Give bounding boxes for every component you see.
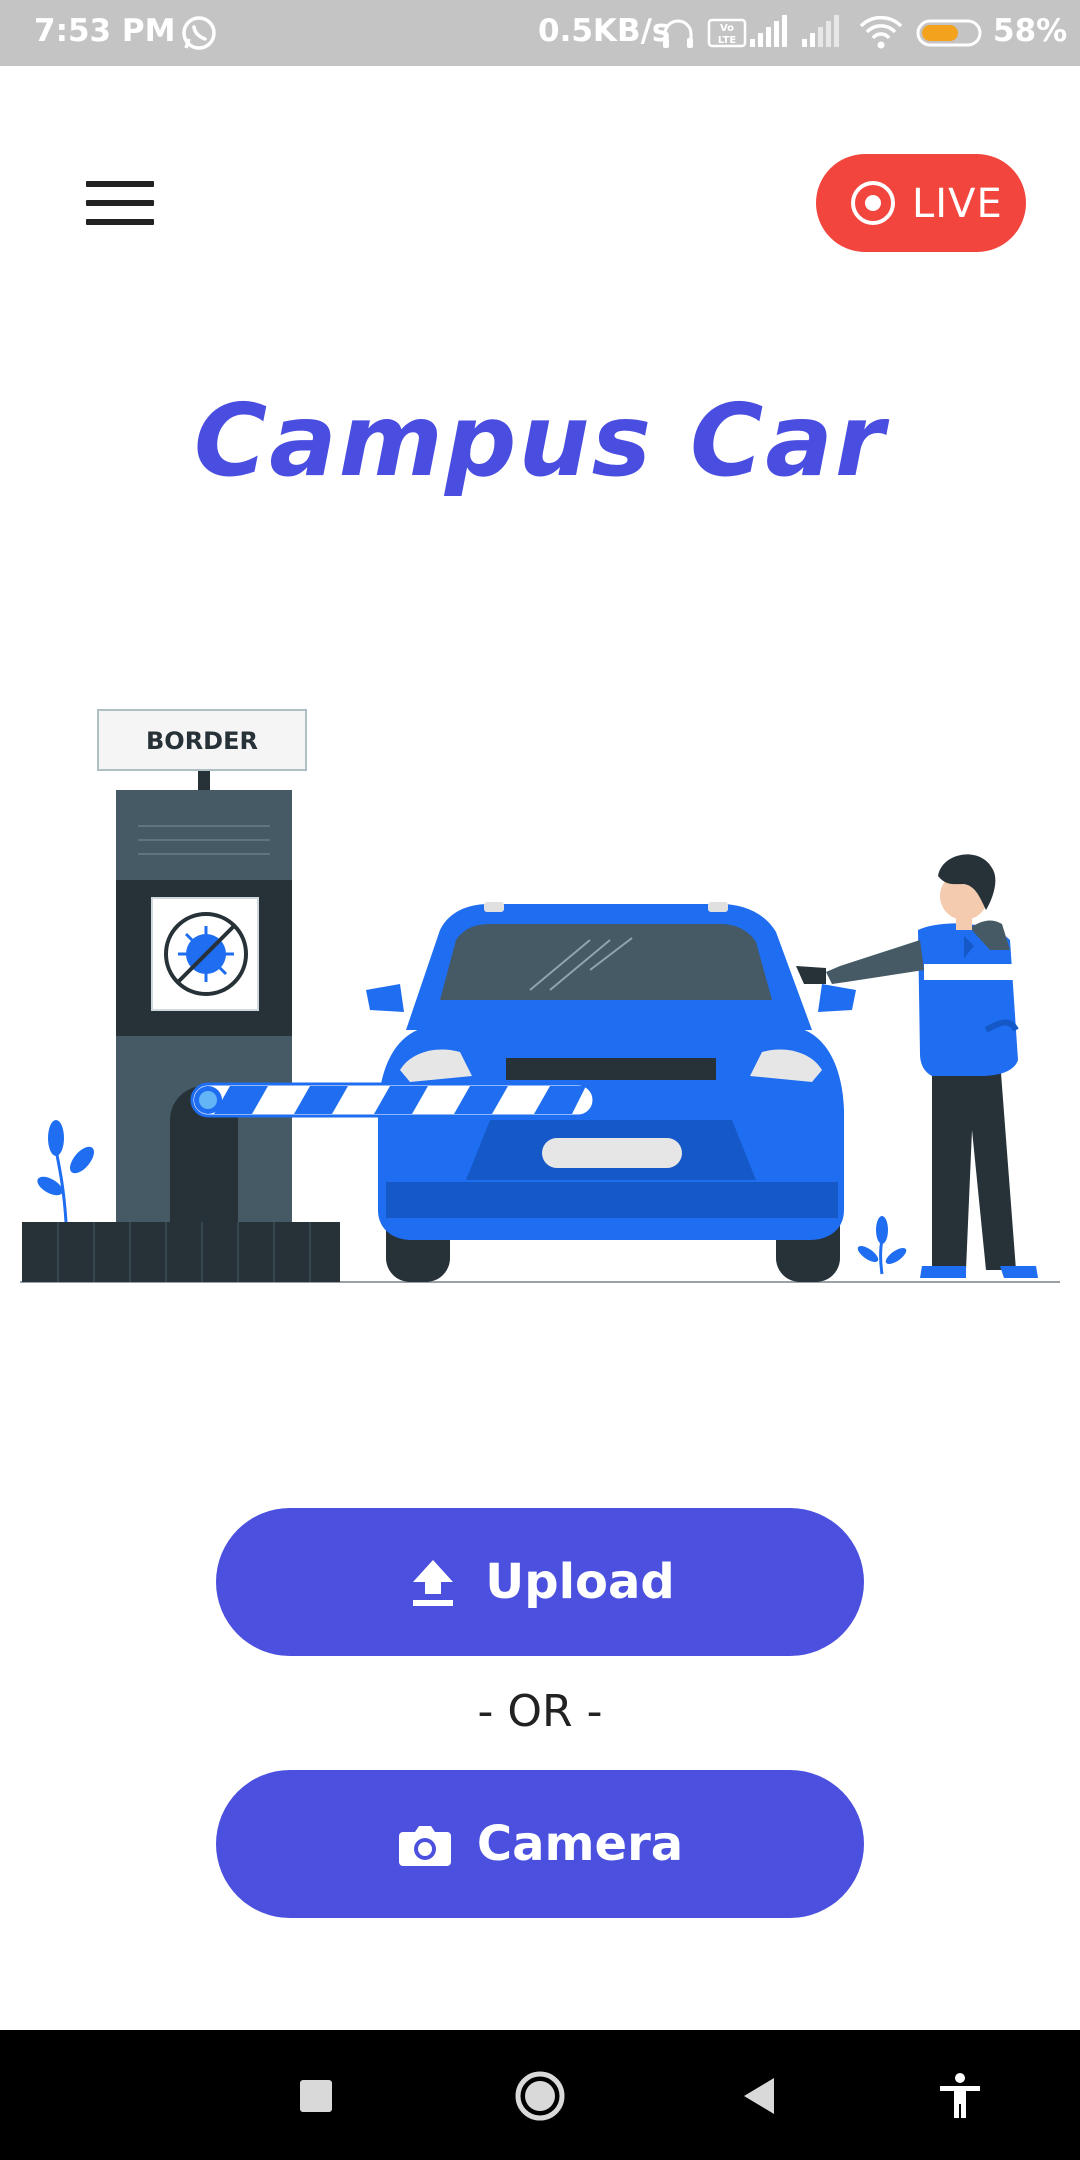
- camera-icon: [398, 1826, 451, 1866]
- signal-icon: [750, 15, 787, 47]
- menu-bar-line: [86, 219, 154, 225]
- record-icon: [851, 181, 895, 225]
- home-circle-icon[interactable]: [508, 2064, 572, 2128]
- upload-icon: [413, 1560, 454, 1606]
- status-bar: 7:53 PM 0.5KB/s Vo LTE 58%: [0, 0, 1080, 66]
- screen: 7:53 PM 0.5KB/s Vo LTE 58% LIVE Campus C…: [0, 0, 1080, 2160]
- svg-text:LTE: LTE: [718, 35, 737, 46]
- live-button[interactable]: LIVE: [816, 154, 1026, 252]
- wifi-icon: [859, 15, 903, 49]
- live-label: LIVE: [912, 181, 1003, 227]
- upload-button[interactable]: Upload: [216, 1508, 864, 1656]
- svg-text:Vo: Vo: [720, 23, 734, 34]
- whatsapp-icon: [182, 16, 216, 50]
- accessibility-icon[interactable]: [928, 2064, 992, 2128]
- volte-icon: Vo LTE: [707, 18, 747, 48]
- menu-bar-line: [86, 200, 154, 206]
- status-time: 7:53 PM: [34, 13, 176, 49]
- headphones-icon: [663, 19, 693, 48]
- recents-square-icon[interactable]: [284, 2064, 348, 2128]
- border-sign-text: BORDER: [146, 727, 258, 755]
- system-nav-bar: [0, 2030, 1080, 2160]
- menu-bar-line: [86, 181, 154, 187]
- hamburger-menu-icon[interactable]: [86, 178, 156, 228]
- network-speed: 0.5KB/s: [538, 13, 671, 49]
- signal-icon: [802, 15, 839, 47]
- border-checkpoint-illustration: BORDER: [20, 709, 1060, 1283]
- battery-icon: [916, 19, 982, 47]
- app-title: Campus Car: [193, 382, 887, 499]
- camera-button[interactable]: Camera: [216, 1770, 864, 1918]
- battery-percent: 58%: [993, 13, 1068, 49]
- upload-label: Upload: [485, 1554, 675, 1610]
- or-divider: - OR -: [477, 1686, 603, 1737]
- camera-label: Camera: [476, 1816, 684, 1872]
- back-triangle-icon[interactable]: [728, 2064, 792, 2128]
